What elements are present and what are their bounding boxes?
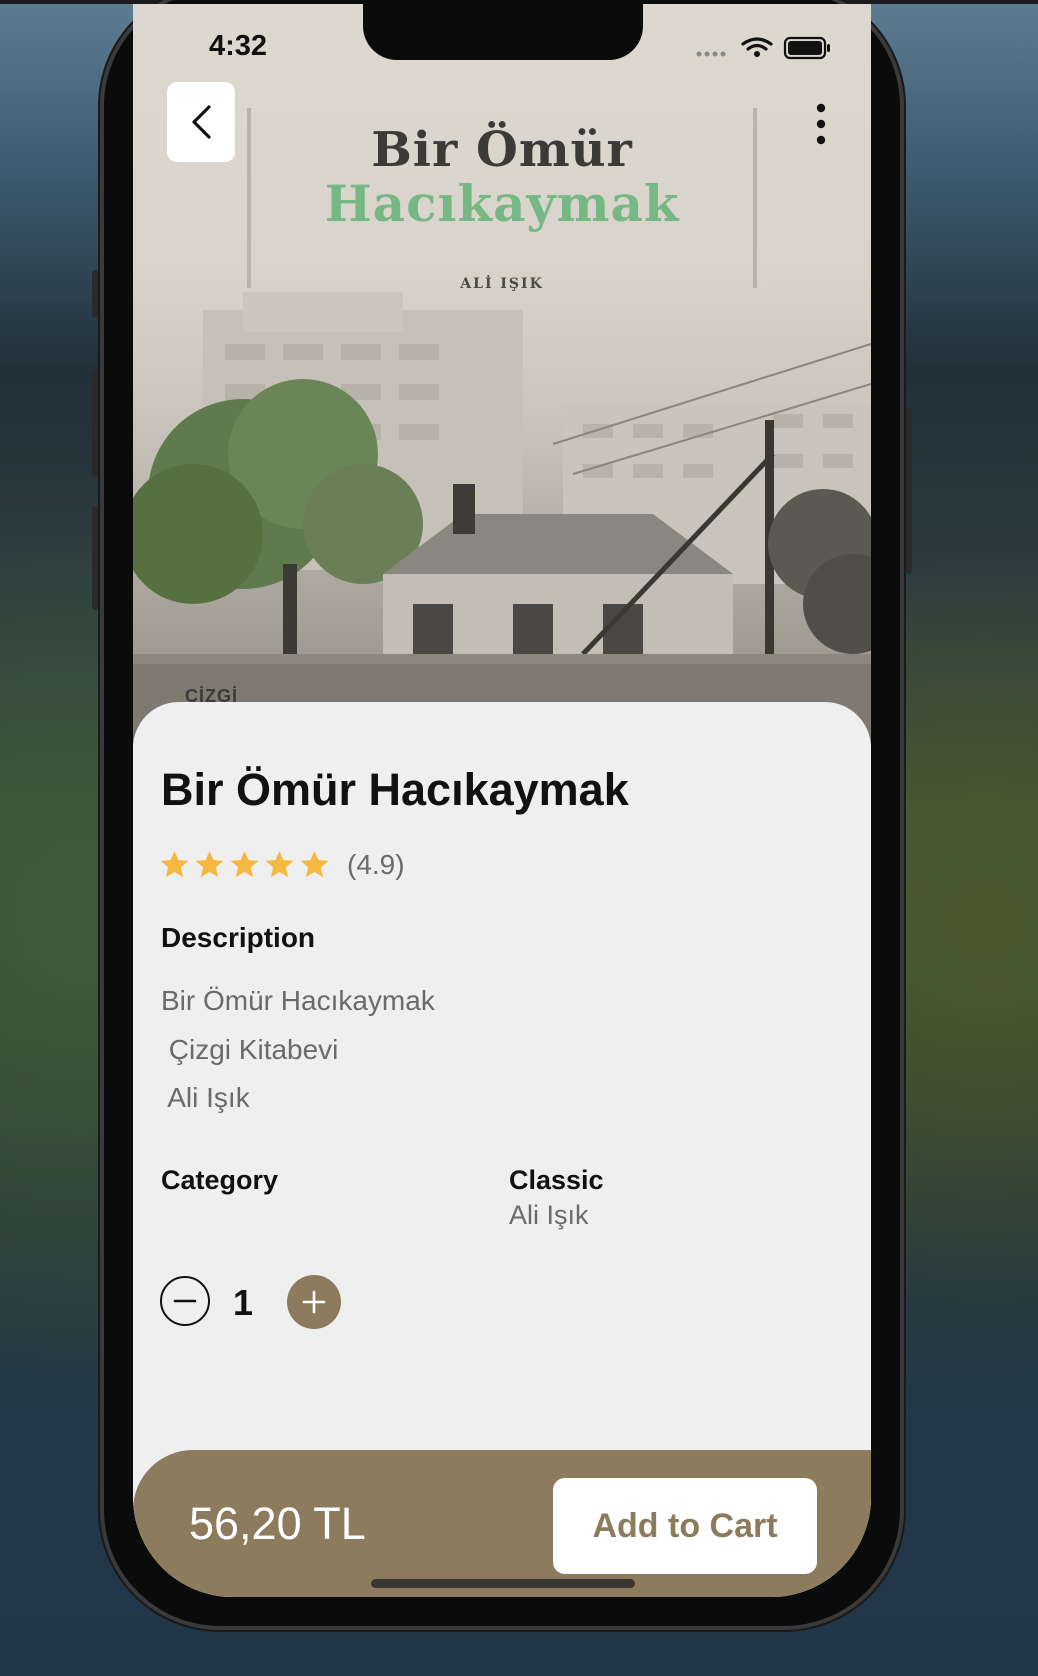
description-heading: Description [161,922,316,953]
back-button[interactable] [167,82,235,162]
more-options-button[interactable] [809,100,833,148]
star-icon [230,850,259,877]
cover-title-line2: Hacıkaymak [324,174,680,233]
description-line: Çizgi Kitabevi [161,1034,339,1065]
rating-value: (4.9) [347,849,405,880]
description-line: Bir Ömür Hacıkaymak [161,985,435,1016]
plus-icon [302,1290,326,1314]
device-notch [363,4,643,60]
cover-title-line1: Bir Ömür [371,122,633,178]
price-label: 56,20 TL [189,1498,366,1549]
product-title: Bir Ömür Hacıkaymak [161,764,629,815]
category-author: Ali Işık [509,1200,589,1230]
home-indicator[interactable] [371,1579,635,1588]
power-button [906,408,912,574]
cover-author: ALİ IŞIK [460,276,544,292]
mute-switch [92,270,98,318]
more-vertical-icon [816,103,826,145]
minus-icon [173,1299,197,1303]
decrease-quantity-button[interactable] [160,1276,210,1326]
star-icon [265,850,294,877]
volume-up-button [92,372,98,476]
add-to-cart-button[interactable]: Add to Cart [553,1478,817,1574]
signal-icon [696,51,726,57]
quantity-value: 1 [233,1282,254,1323]
category-value: Classic [509,1165,604,1195]
description-line: Ali Işık [161,1082,250,1113]
star-icon [160,850,189,877]
volume-down-button [92,506,98,610]
book-cover-image: Bir Ömür Hacıkaymak ALİ IŞIK ÇİZGİ [133,4,871,744]
star-icon [195,850,224,877]
category-heading: Category [161,1165,279,1195]
increase-quantity-button[interactable] [287,1275,341,1329]
status-time: 4:32 [209,30,268,62]
wifi-icon [741,37,773,51]
status-icons [696,36,830,60]
chevron-left-icon [192,105,211,139]
app-screen: Bir Ömür Hacıkaymak ALİ IŞIK ÇİZGİ 4:32 [133,4,871,1597]
rating-stars [159,844,330,884]
star-icon [300,850,329,877]
battery-icon [783,36,830,60]
